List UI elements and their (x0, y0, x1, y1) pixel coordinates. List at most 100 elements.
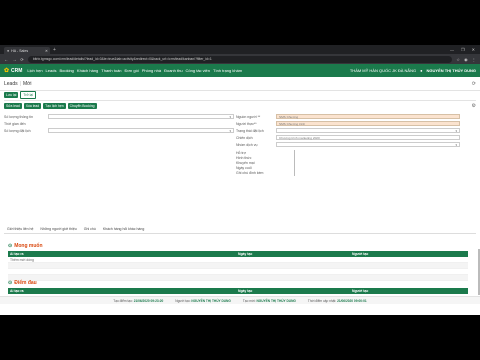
action-row: Lưu lại Trở lại (0, 91, 480, 99)
nav-item-khach-hang[interactable]: Khách hàng (77, 68, 98, 73)
field-label-booking-count: Số lượng đặt lịch (4, 129, 31, 133)
address-bar[interactable]: bitrix.tgmsgc.com/crm/lead/details/?lead… (27, 55, 453, 63)
section-title-wishes: ⊙ Mong muốn (8, 243, 43, 249)
nav-item-don-goi[interactable]: Đơn gói (125, 68, 139, 73)
nav-item-leads[interactable]: Leads (46, 68, 57, 73)
editor-info: Tạo mới: NGUYỄN THỊ THÚY DUNG (243, 299, 296, 303)
forward-icon[interactable]: → (12, 57, 16, 62)
logo-mark-icon: ✿ (4, 68, 10, 74)
table-row (8, 275, 468, 281)
refresh-icon[interactable]: ⟳ (472, 81, 476, 87)
creator-label: Người tạo: (175, 298, 191, 303)
tab-favicon-icon: ● (7, 48, 10, 53)
target-icon: ⊙ (8, 243, 13, 249)
field-label-booking-status: Trạng thái đặt lịch (236, 129, 264, 133)
window-controls: — ❐ ✕ (450, 46, 480, 54)
updated-value: 21/06/2020 09:00:01 (337, 298, 367, 303)
field-label-source: Nguồn người ** (236, 115, 261, 119)
nav-item-phong-nha[interactable]: Phòng nhà (142, 68, 161, 73)
delete-lead-button[interactable]: Xóa lead (23, 103, 42, 109)
title-separator: | (19, 80, 21, 87)
maximize-button[interactable]: ❐ (461, 46, 465, 54)
app-navbar: ✿ CRM Lịch hẹn Leads Booking Khách hàng … (0, 64, 480, 77)
menu-kebab-icon[interactable]: ⋮ (472, 57, 476, 62)
edit-lead-button[interactable]: Sửa lead (4, 103, 22, 109)
creator-info: Người tạo: NGUYỄN THỊ THÚY DUNG (175, 299, 231, 303)
nav-item-thanh-toan[interactable]: Thanh toán (101, 68, 121, 73)
org-name[interactable]: THẨM MỸ HÀN QUỐC JK ĐÀ NẴNG (350, 68, 416, 73)
source-select[interactable]: SMS Chương (276, 114, 460, 119)
wishes-table: Ai tạo ra Ngày tạo Người tạo Thêm mới dò… (8, 251, 468, 281)
actual-person-select[interactable]: SMS Chương trình (276, 121, 460, 126)
chevron-down-icon: ▾ (229, 129, 231, 133)
created-value: 21/06/2020 09:23:20 (133, 298, 164, 303)
field-label-arrival-time: Thời gian đến (4, 122, 26, 126)
nav-item-lich-hen[interactable]: Lịch hẹn (27, 68, 42, 73)
column-header: Ai tạo ra (10, 289, 24, 293)
chevron-down-icon: ▾ (229, 115, 231, 119)
user-name[interactable]: NGUYỄN THỊ THÚY DUNG (427, 68, 476, 73)
field-label-info-count: Số lượng thông tin (4, 115, 33, 119)
save-button[interactable]: Lưu lại (4, 92, 19, 98)
editor-label: Tạo mới: (242, 298, 256, 303)
field-label-last-day: Ngày cuối (236, 166, 252, 170)
new-tab-button[interactable]: + (53, 47, 56, 54)
booking-status-select[interactable]: ▾ (276, 128, 460, 133)
service-group-select[interactable]: ▾ (276, 142, 460, 147)
tab-notes[interactable]: Ghi chú (81, 225, 99, 233)
column-header: Ngày tạo (238, 252, 253, 256)
tab-referrers[interactable]: Những người giới thiệu (37, 225, 79, 233)
vertical-divider (294, 150, 295, 176)
nav-item-tinh-trang-kham[interactable]: Tình trạng khám (213, 68, 242, 73)
navbar-right: THẨM MỸ HÀN QUỐC JK ĐÀ NẴNG ● NGUYỄN THỊ… (350, 68, 476, 73)
created-info: Tạo điểm tạo: 21/06/2020 09:23:20 (113, 299, 163, 303)
page-header: Leads | Mới ⟳ (0, 77, 480, 91)
lead-toolbar: Sửa lead Xóa lead Tạo lịch hẹn Chuyển Bo… (0, 102, 480, 110)
minimize-button[interactable]: — (450, 46, 454, 54)
tab-referral-contact[interactable]: Giới thiệu liên hệ (4, 225, 36, 233)
page-mode: Mới (22, 80, 32, 87)
convert-booking-button[interactable]: Chuyển Booking (67, 103, 97, 109)
browser-tab[interactable]: ● HA - Sales ✕ (4, 47, 50, 54)
nav-item-cong-tac-vien[interactable]: Công tác viên (186, 68, 210, 73)
lead-form: Số lượng thông tin ▾ Thời gian đến Số lư… (4, 114, 476, 176)
profile-icon[interactable]: ◉ (464, 57, 468, 62)
info-count-select[interactable]: ▾ (48, 114, 234, 119)
star-icon[interactable]: ☆ (456, 57, 460, 62)
nav-item-booking[interactable]: Booking (59, 68, 73, 73)
creator-value: NGUYỄN THỊ THÚY DUNG (191, 298, 231, 303)
column-header: Ai tạo ra (10, 252, 24, 256)
user-icon: ● (420, 68, 423, 73)
close-window-button[interactable]: ✕ (472, 46, 475, 54)
field-label-attachment: Ghi chú đính kèm (236, 171, 264, 175)
reload-icon[interactable]: ⟳ (20, 57, 24, 62)
page-title: Leads (4, 80, 18, 87)
settings-gear-icon[interactable]: ⚙ (472, 103, 476, 109)
tab-close-icon[interactable]: ✕ (45, 49, 48, 53)
field-label-support: Hỗ trợ (236, 151, 246, 155)
screen: ● HA - Sales ✕ + — ❐ ✕ ← → ⟳ bitrix.tgms… (0, 45, 480, 315)
target-icon: ⊙ (8, 280, 13, 286)
column-header: Người tạo (352, 289, 369, 293)
tab-title: HA - Sales (11, 48, 29, 53)
detail-tabs: Giới thiệu liên hệ Những người giới thiệ… (4, 225, 476, 234)
pain-points-table: Ai tạo ra Ngày tạo Người tạo (8, 288, 468, 294)
nav-item-doanh-thu[interactable]: Đoanh thu (164, 68, 182, 73)
app-logo[interactable]: ✿ CRM (4, 67, 23, 75)
back-icon[interactable]: ← (4, 57, 8, 62)
tab-other-customers[interactable]: Khách hàng hỏi khác hàng (100, 225, 147, 233)
logo-text: CRM (11, 67, 23, 74)
table-header: Ai tạo ra Ngày tạo Người tạo (8, 288, 468, 294)
back-button[interactable]: Trở lại (20, 91, 37, 99)
create-appointment-button[interactable]: Tạo lịch hẹn (43, 103, 66, 109)
browser-toolbar: ← → ⟳ bitrix.tgmsgc.com/crm/lead/details… (0, 54, 480, 64)
divider (4, 100, 476, 101)
field-label-campaign: Chiến dịch (236, 136, 253, 140)
section-title-text: Điểm đau (14, 280, 37, 286)
chevron-down-icon: ▾ (455, 143, 457, 147)
column-header: Ngày tạo (238, 289, 253, 293)
booking-count-select[interactable]: ▾ (48, 128, 234, 133)
updated-info: Thời điểm cập nhật: 21/06/2020 09:00:01 (308, 299, 367, 303)
updated-label: Thời điểm cập nhật: (307, 298, 337, 303)
campaign-select[interactable]: Chương trình marketing 2020 (276, 135, 460, 140)
